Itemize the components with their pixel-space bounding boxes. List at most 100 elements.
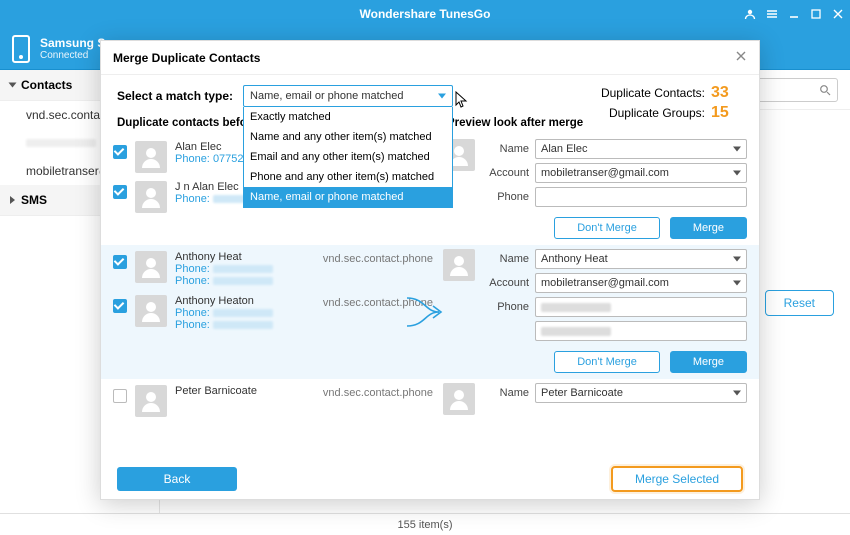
merge-preview: Name Alan Elec Account mobiletranser@gmail… [443, 139, 747, 207]
phone-label: Phone: [175, 193, 210, 205]
name-select[interactable]: Peter Barnicoate [535, 383, 747, 403]
account-select[interactable]: mobiletranser@gmail.com [535, 273, 747, 293]
phone-input[interactable] [535, 297, 747, 317]
minimize-icon[interactable] [788, 8, 800, 20]
duplicate-entry: Anthony Heaton Phone: Phone: vnd.sec.con… [113, 293, 443, 333]
chevron-down-icon [9, 83, 17, 88]
merge-preview: Name Anthony Heat Account mobiletranser@gm… [443, 249, 747, 341]
phone-blurred [213, 265, 273, 273]
merge-button[interactable]: Merge [670, 217, 747, 239]
title-bar: Wondershare TunesGo [0, 0, 850, 28]
dup-name: Anthony Heaton [175, 295, 273, 307]
account-value: mobiletranser@gmail.com [541, 167, 669, 179]
dup-name: Peter Barnicoate [175, 385, 257, 397]
app-title: Wondershare TunesGo [360, 7, 491, 21]
group-left: Anthony Heat Phone: Phone: vnd.sec.conta… [113, 249, 443, 375]
account-label: Account [483, 277, 529, 289]
group-right: Name Anthony Heat Account mobiletranser@gm… [443, 249, 747, 375]
maximize-icon[interactable] [810, 8, 822, 20]
match-option[interactable]: Phone and any other item(s) matched [244, 167, 452, 187]
match-option[interactable]: Exactly matched [244, 107, 452, 127]
chevron-right-icon [10, 196, 15, 204]
cursor-icon [455, 91, 469, 109]
group-right: Name Alan Elec Account mobiletranser@gmail… [443, 139, 747, 241]
avatar [135, 141, 167, 173]
user-icon[interactable] [744, 8, 756, 20]
avatar [443, 383, 475, 415]
name-label: Name [483, 387, 529, 399]
dup-groups-value: 15 [711, 104, 739, 122]
dup-groups-label: Duplicate Groups: [609, 106, 705, 120]
modal-header: Merge Duplicate Contacts [101, 41, 759, 75]
avatar [135, 251, 167, 283]
merge-button[interactable]: Merge [670, 351, 747, 373]
phone-blurred [213, 309, 273, 317]
duplicate-counts: Duplicate Contacts: 33 Duplicate Groups: 1… [601, 83, 739, 123]
group-left: Peter Barnicoate vnd.sec.contact.phone [113, 383, 443, 419]
match-option[interactable]: Name and any other item(s) matched [244, 127, 452, 147]
merge-group: Anthony Heat Phone: Phone: vnd.sec.conta… [101, 245, 759, 379]
dont-merge-button[interactable]: Don't Merge [554, 351, 660, 373]
dup-checkbox[interactable] [113, 299, 127, 313]
dup-source: vnd.sec.contact.phone [323, 385, 443, 399]
phone-input[interactable] [535, 187, 747, 207]
account-select[interactable]: mobiletranser@gmail.com [535, 163, 747, 183]
dup-name: Anthony Heat [175, 251, 273, 263]
merge-selected-button[interactable]: Merge Selected [611, 466, 743, 492]
item-count: 155 item(s) [397, 519, 452, 531]
blurred-text [26, 139, 96, 147]
dup-contacts-label: Duplicate Contacts: [601, 86, 705, 100]
name-label: Name [483, 253, 529, 265]
phone-blurred [213, 321, 273, 329]
account-label: Account [483, 167, 529, 179]
match-option[interactable]: Email and any other item(s) matched [244, 147, 452, 167]
window-controls [744, 0, 844, 28]
close-icon[interactable] [832, 8, 844, 20]
account-value: mobiletranser@gmail.com [541, 277, 669, 289]
phone-label: Phone: [175, 319, 210, 331]
match-option[interactable]: Name, email or phone matched [244, 187, 452, 207]
dup-source: vnd.sec.contact.phone [323, 251, 443, 265]
name-select[interactable]: Alan Elec [535, 139, 747, 159]
phone-blurred [213, 277, 273, 285]
reset-button[interactable]: Reset [765, 290, 834, 316]
phone-label: Phone: [175, 263, 210, 275]
phone-input[interactable] [535, 321, 747, 341]
dont-merge-button[interactable]: Don't Merge [554, 217, 660, 239]
phone-label: Phone: [175, 307, 210, 319]
avatar [135, 295, 167, 327]
dup-checkbox[interactable] [113, 255, 127, 269]
phone-blurred [541, 327, 611, 336]
merge-preview: Name Peter Barnicoate [443, 383, 747, 415]
status-bar: 155 item(s) [0, 513, 850, 535]
group-right: Name Peter Barnicoate [443, 383, 747, 419]
phone-label: Phone [483, 191, 529, 203]
match-type-select[interactable]: Name, email or phone matched Exactly mat… [243, 85, 453, 107]
name-label: Name [483, 143, 529, 155]
match-type-selected[interactable]: Name, email or phone matched [243, 85, 453, 107]
dup-contacts-value: 33 [711, 84, 739, 102]
phone-label: Phone: [175, 275, 210, 287]
modal-title: Merge Duplicate Contacts [113, 51, 260, 65]
dup-checkbox[interactable] [113, 185, 127, 199]
name-value: Alan Elec [541, 143, 587, 155]
close-icon[interactable] [735, 50, 747, 65]
avatar [135, 385, 167, 417]
name-select[interactable]: Anthony Heat [535, 249, 747, 269]
match-type-dropdown: Exactly matched Name and any other item(… [243, 107, 453, 208]
phone-blurred [541, 303, 611, 312]
sidebar-group-label: SMS [21, 193, 47, 207]
device-icon [12, 35, 30, 63]
name-value: Peter Barnicoate [541, 387, 623, 399]
match-type-label: Select a match type: [117, 89, 233, 103]
dup-checkbox[interactable] [113, 389, 127, 403]
modal-footer: Back Merge Selected [101, 459, 759, 499]
back-button[interactable]: Back [117, 467, 237, 491]
menu-icon[interactable] [766, 8, 778, 20]
phone-label: Phone: [175, 153, 210, 165]
dup-checkbox[interactable] [113, 145, 127, 159]
avatar [443, 249, 475, 281]
merge-group: Peter Barnicoate vnd.sec.contact.phone N… [101, 379, 759, 423]
merge-duplicates-modal: Merge Duplicate Contacts Select a match … [100, 40, 760, 500]
merge-arrow-icon [403, 290, 447, 334]
